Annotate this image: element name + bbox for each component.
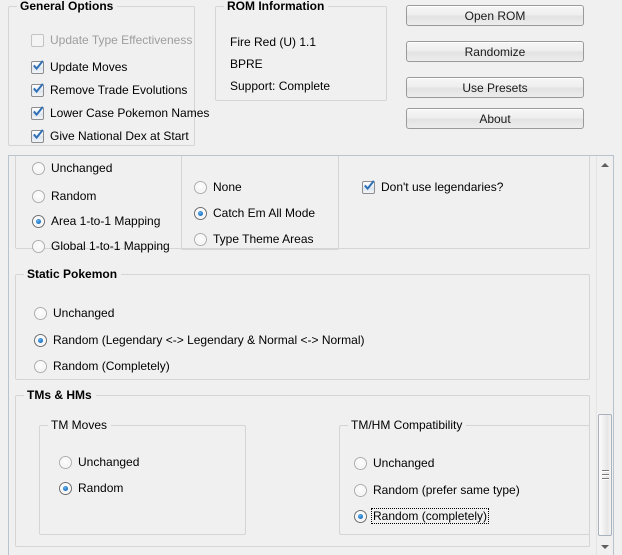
tms-hms-title: TMs & HMs: [24, 388, 96, 402]
radio-box: [194, 232, 207, 246]
radio-label: Random: [78, 481, 124, 495]
radio-tm-moves-random[interactable]: Random: [59, 481, 123, 495]
radio-label: Type Theme Areas: [213, 232, 314, 246]
rom-information-title: ROM Information: [224, 0, 329, 13]
checkbox-lower-case-pokemon-names[interactable]: Lower Case Pokemon Names: [31, 105, 210, 120]
scroll-up-arrow-icon[interactable]: [597, 156, 613, 173]
radio-box: [32, 189, 45, 203]
radio-mode-catch-em-all[interactable]: Catch Em All Mode: [194, 206, 315, 220]
radio-label: Unchanged: [51, 161, 113, 175]
tm-moves-group: TM Moves: [39, 418, 246, 535]
radio-box: [354, 483, 367, 497]
radio-compat-random-prefer-same-type[interactable]: Random (prefer same type): [354, 483, 520, 497]
rom-info-line-code: BPRE: [230, 57, 263, 71]
radio-static-random-completely[interactable]: Random (Completely): [34, 359, 170, 373]
radio-box: [194, 206, 207, 220]
radio-label: Catch Em All Mode: [213, 206, 316, 220]
tm-hm-compatibility-title: TM/HM Compatibility: [348, 418, 467, 432]
checkbox-label: Lower Case Pokemon Names: [50, 106, 210, 120]
scrollbar-grip-icon: [602, 470, 609, 480]
radio-mode-type-theme-areas[interactable]: Type Theme Areas: [194, 232, 314, 246]
open-rom-button[interactable]: Open ROM: [406, 5, 584, 26]
radio-box: [32, 214, 45, 228]
radio-label: Unchanged: [373, 456, 435, 470]
settings-scroll-panel: Unchanged Random Area 1-to-1 Mapping Glo…: [8, 155, 614, 555]
checkbox-update-moves[interactable]: Update Moves: [31, 59, 128, 74]
tm-moves-title: TM Moves: [48, 418, 112, 432]
radio-static-random-legendary-normal[interactable]: Random (Legendary <-> Legendary & Normal…: [34, 333, 364, 347]
radio-mode-none[interactable]: None: [194, 180, 242, 194]
rom-info-line-name: Fire Red (U) 1.1: [230, 35, 317, 49]
checkbox-label: Update Type Effectiveness: [50, 33, 193, 47]
radio-box: [194, 180, 207, 194]
checkbox-remove-trade-evolutions[interactable]: Remove Trade Evolutions: [31, 82, 188, 97]
check-icon: [33, 105, 44, 118]
radio-wild-global-1-to-1-mapping[interactable]: Global 1-to-1 Mapping: [32, 239, 170, 253]
checkbox-box: [362, 179, 375, 194]
check-icon: [33, 59, 44, 72]
general-options-group: General Options Update Type Effectivenes…: [8, 0, 209, 146]
radio-label: None: [213, 180, 242, 194]
radio-label: Unchanged: [53, 306, 115, 320]
static-pokemon-title: Static Pokemon: [24, 267, 122, 281]
radio-wild-random[interactable]: Random: [32, 189, 96, 203]
rom-info-line-support: Support: Complete: [230, 79, 331, 93]
radio-box: [354, 456, 367, 470]
scrollbar-thumb[interactable]: [598, 414, 612, 536]
radio-box: [34, 359, 47, 373]
radio-label: Random (prefer same type): [373, 483, 520, 497]
checkbox-label: Don't use legendaries?: [381, 180, 504, 194]
randomize-button[interactable]: Randomize: [406, 41, 584, 62]
radio-label: Global 1-to-1 Mapping: [51, 239, 170, 253]
radio-box: [59, 481, 72, 495]
general-options-title: General Options: [17, 0, 118, 13]
radio-label: Random (Completely): [53, 359, 170, 373]
checkbox-give-national-dex-at-start[interactable]: Give National Dex at Start: [31, 128, 189, 143]
settings-scroll-content: Unchanged Random Area 1-to-1 Mapping Glo…: [9, 156, 597, 555]
radio-box: [34, 333, 47, 347]
radio-tm-moves-unchanged[interactable]: Unchanged: [59, 455, 139, 469]
rom-information-group: ROM Information Fire Red (U) 1.1 BPRE Su…: [215, 0, 387, 101]
radio-label: Random: [51, 189, 97, 203]
checkbox-box: [31, 105, 44, 120]
radio-box: [32, 161, 45, 175]
about-button[interactable]: About: [406, 108, 584, 129]
radio-box: [59, 455, 72, 469]
radio-label: Random (completely): [370, 508, 490, 524]
check-icon: [33, 82, 44, 95]
checkbox-label: Update Moves: [50, 60, 128, 74]
radio-label: Area 1-to-1 Mapping: [51, 214, 161, 228]
radio-box: [34, 306, 47, 320]
radio-static-unchanged[interactable]: Unchanged: [34, 306, 114, 320]
checkbox-box: [31, 128, 44, 143]
radio-compat-unchanged[interactable]: Unchanged: [354, 456, 434, 470]
radio-wild-area-1-to-1-mapping[interactable]: Area 1-to-1 Mapping: [32, 214, 160, 228]
checkbox-label: Give National Dex at Start: [50, 129, 189, 143]
checkbox-box: [31, 59, 44, 74]
check-icon: [364, 179, 375, 192]
radio-label: Random (Legendary <-> Legendary & Normal…: [53, 333, 365, 347]
checkbox-box: [31, 33, 44, 47]
radio-box: [354, 509, 367, 523]
scroll-down-arrow-icon[interactable]: [597, 538, 613, 555]
checkbox-dont-use-legendaries[interactable]: Don't use legendaries?: [362, 179, 504, 194]
use-presets-button[interactable]: Use Presets: [406, 77, 584, 98]
checkbox-update-type-effectiveness[interactable]: Update Type Effectiveness: [31, 33, 192, 47]
radio-label: Unchanged: [78, 455, 140, 469]
radio-wild-unchanged[interactable]: Unchanged: [32, 161, 112, 175]
vertical-scrollbar[interactable]: [596, 156, 613, 555]
checkbox-label: Remove Trade Evolutions: [50, 83, 188, 97]
radio-compat-random-completely[interactable]: Random (completely): [354, 508, 490, 524]
radio-box: [32, 239, 45, 253]
checkbox-box: [31, 82, 44, 97]
check-icon: [33, 128, 44, 141]
